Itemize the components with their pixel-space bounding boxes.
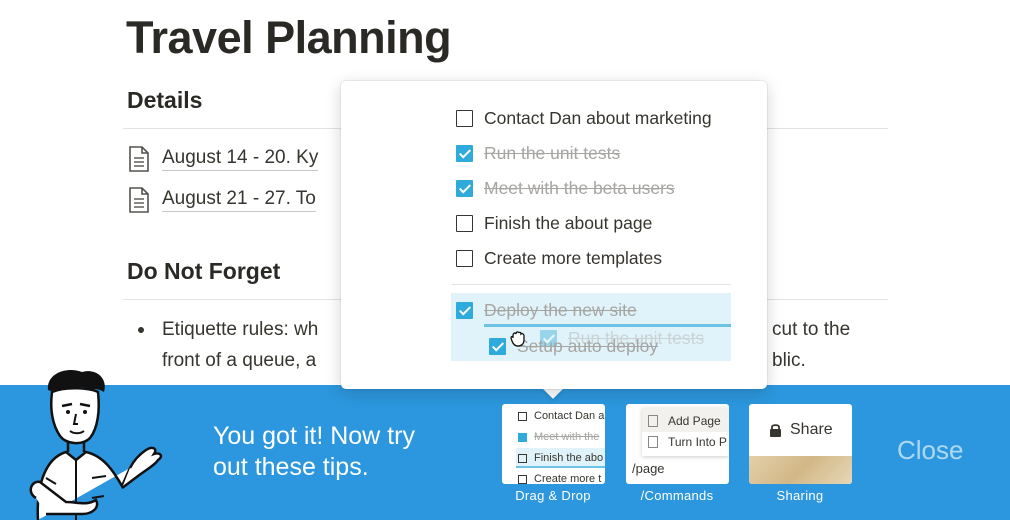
checkbox-icon[interactable] [456, 215, 473, 232]
bullet-text-line1-end: cut to the [772, 319, 851, 340]
page-icon [648, 415, 658, 427]
page-link-label: August 14 - 20. Ky [162, 147, 319, 171]
page-link-label: August 21 - 27. To [162, 188, 316, 212]
cover-image [749, 456, 852, 484]
todo-item[interactable]: Run the unit tests [456, 143, 620, 164]
share-button-preview: Share [769, 421, 833, 439]
tip-card-commands[interactable]: Add Page Turn Into P /page [626, 404, 729, 484]
command-turn-into: Turn Into P [648, 435, 727, 449]
checkbox-checked-icon[interactable] [489, 338, 506, 355]
todo-item[interactable]: Meet with the beta users [456, 178, 675, 199]
page-link-august-21[interactable]: August 21 - 27. To [128, 187, 316, 213]
todo-item[interactable]: Contact Dan about marketing [456, 108, 712, 129]
todo-item[interactable]: Create more templates [456, 248, 662, 269]
checkbox-checked-icon[interactable] [456, 145, 473, 162]
mini-todo: Meet with the [518, 431, 599, 443]
todo-item[interactable]: Finish the about page [456, 213, 652, 234]
tip-card-sharing[interactable]: Share [749, 404, 852, 484]
document-icon [129, 187, 149, 213]
tip-label-sharing: Sharing [776, 488, 824, 503]
drop-indicator [516, 466, 605, 468]
details-heading: Details [127, 87, 203, 113]
close-button[interactable]: Close [897, 435, 963, 466]
checkbox-icon [518, 411, 527, 421]
todo-item[interactable]: Deploy the new site [456, 300, 637, 321]
mini-todo: Contact Dan a [518, 410, 604, 422]
grab-cursor-icon [510, 331, 525, 347]
banner-message-line2: out these tips. [213, 453, 369, 481]
bullet-text-line1-start: Etiquette rules: wh [162, 319, 319, 340]
divider [452, 284, 731, 285]
banner-message-line1: You got it! Now try [213, 422, 415, 450]
page-icon [648, 436, 658, 448]
drop-indicator [484, 324, 731, 327]
document-icon [129, 146, 149, 172]
checkbox-checked-icon[interactable] [456, 302, 473, 319]
bullet-icon [138, 327, 144, 333]
command-add-page: Add Page [648, 414, 721, 428]
checkbox-icon [518, 453, 527, 463]
checkbox-icon[interactable] [456, 250, 473, 267]
bullet-text-line2-start: front of a queue, a [162, 350, 317, 371]
page-title: Travel Planning [126, 12, 452, 63]
do-not-forget-heading: Do Not Forget [127, 258, 281, 284]
mini-todo: Finish the abo [518, 452, 603, 464]
checkbox-checked-icon[interactable] [456, 180, 473, 197]
checkbox-icon[interactable] [456, 110, 473, 127]
mini-todo: Create more t [518, 473, 601, 484]
bullet-text-line2-end: blic. [772, 350, 806, 371]
command-input: /page [632, 461, 665, 476]
page-link-august-14[interactable]: August 14 - 20. Ky [128, 146, 319, 172]
tip-label-commands: /Commands [640, 488, 714, 503]
checkbox-checked-icon [518, 432, 527, 442]
tip-card-drag-drop[interactable]: Contact Dan a Meet with the Finish the a… [502, 404, 605, 484]
checkbox-icon [518, 474, 527, 484]
mascot-illustration-icon [29, 370, 163, 520]
tip-label-drag-drop: Drag & Drop [515, 488, 591, 503]
lock-icon [770, 423, 781, 437]
